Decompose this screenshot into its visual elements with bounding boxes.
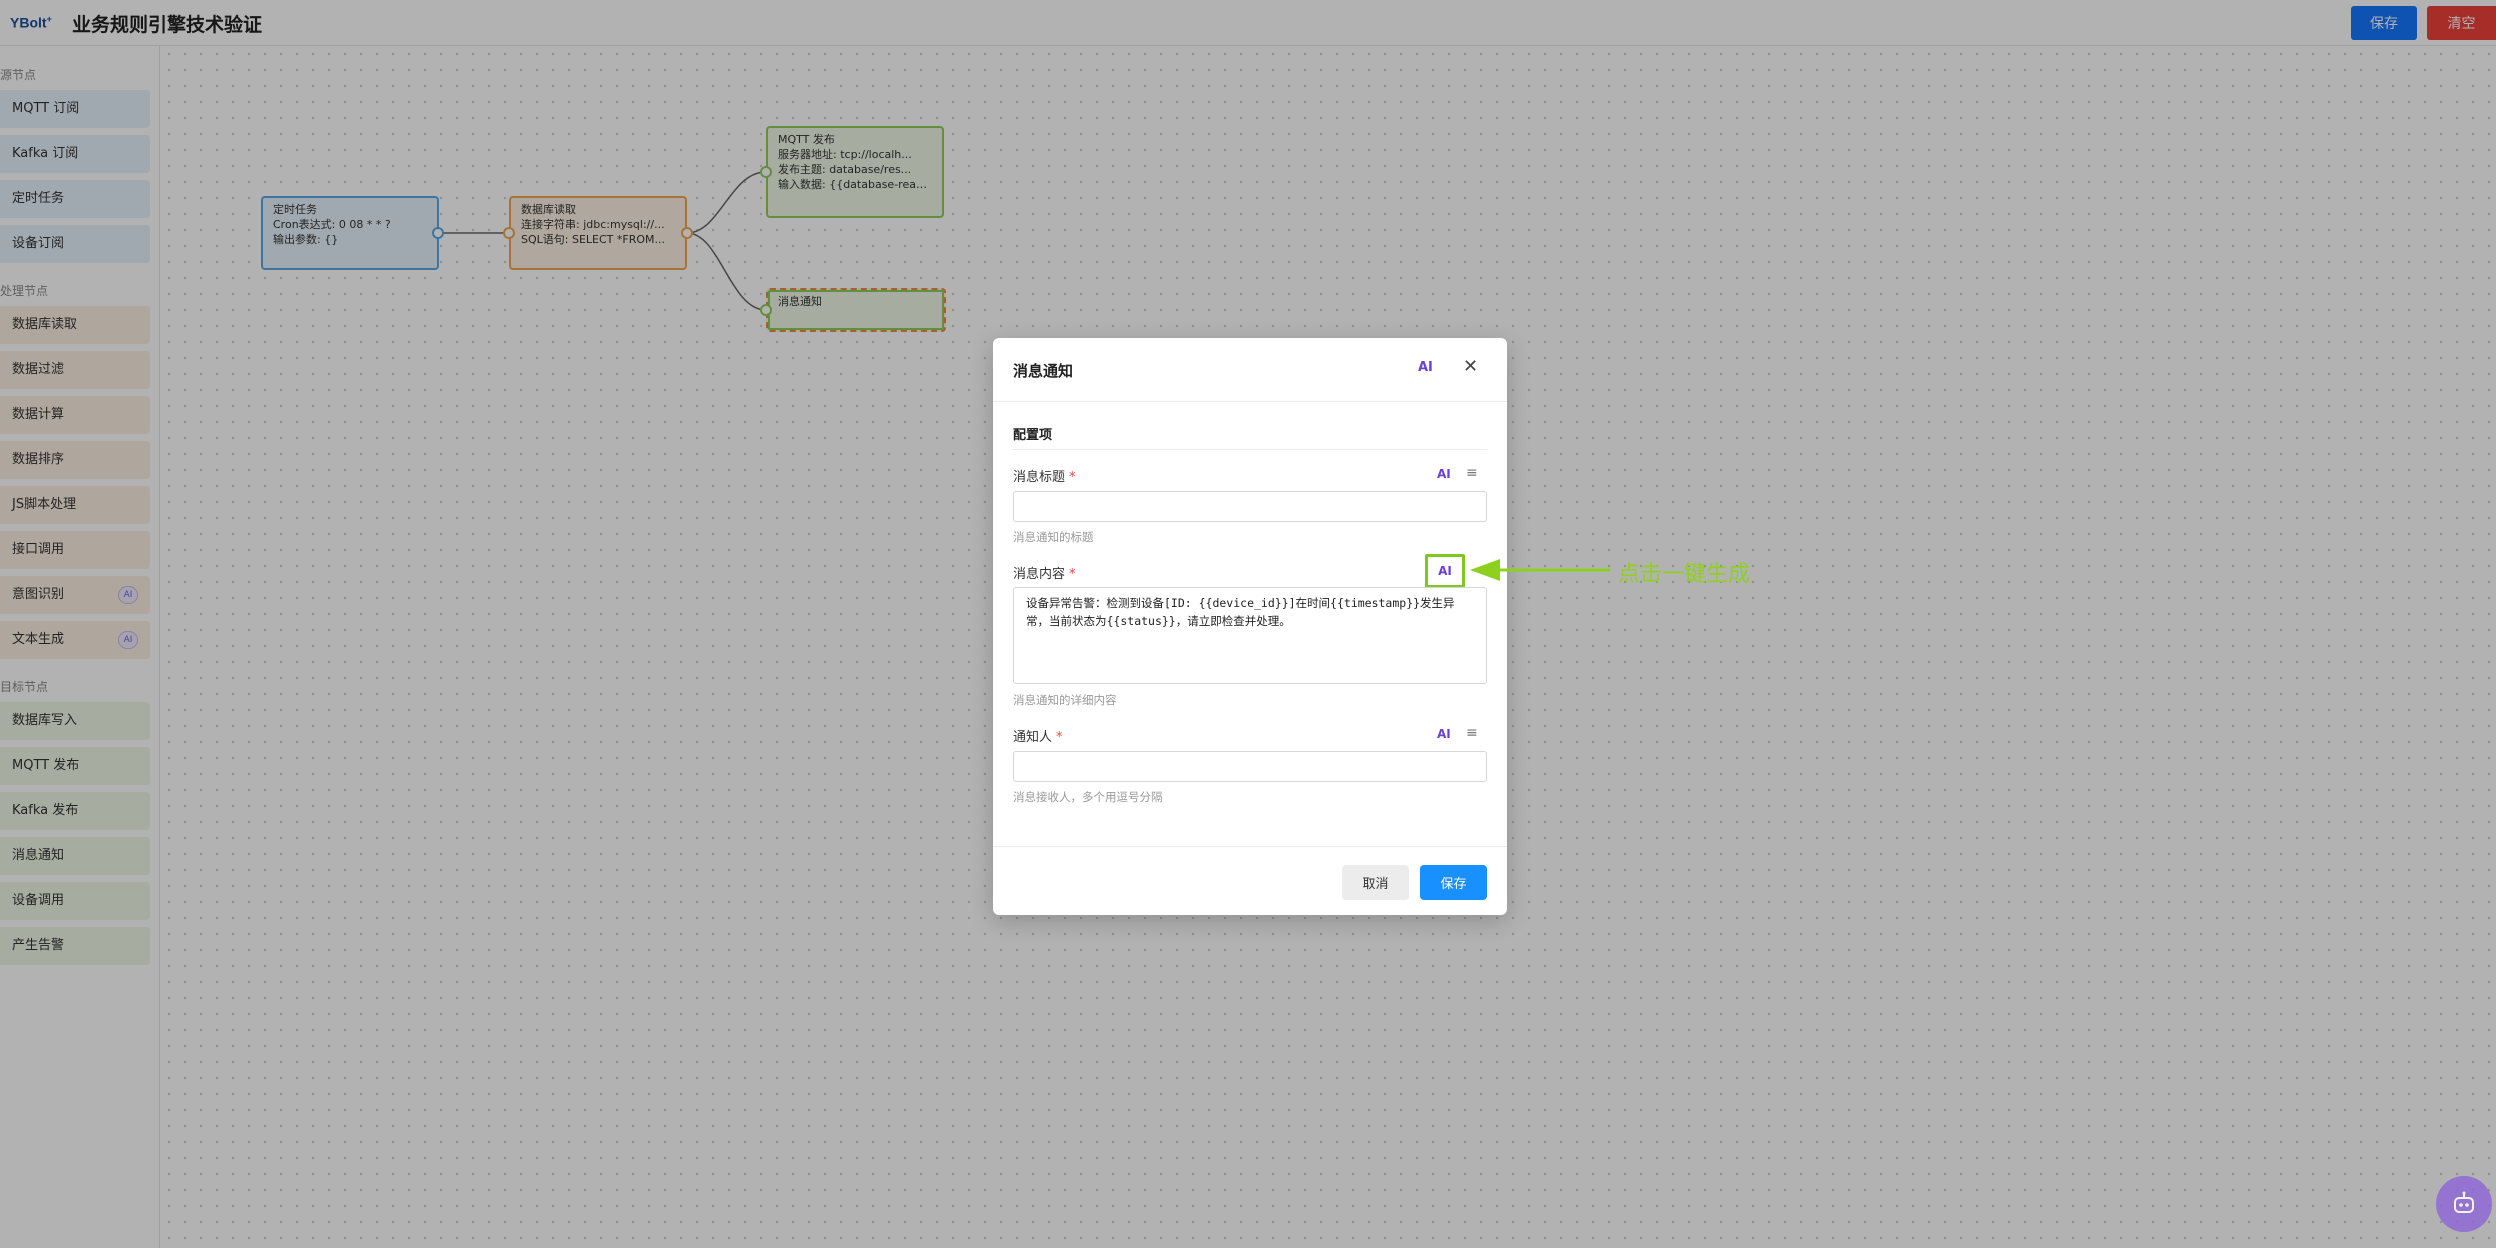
assistant-bot-icon[interactable] <box>2436 1176 2492 1232</box>
arrow-head-icon <box>1470 559 1500 581</box>
annotation-text: 点击一键生成 <box>1618 562 1751 587</box>
annotation-arrow <box>1470 559 1610 581</box>
robot-icon <box>2454 1191 2474 1213</box>
